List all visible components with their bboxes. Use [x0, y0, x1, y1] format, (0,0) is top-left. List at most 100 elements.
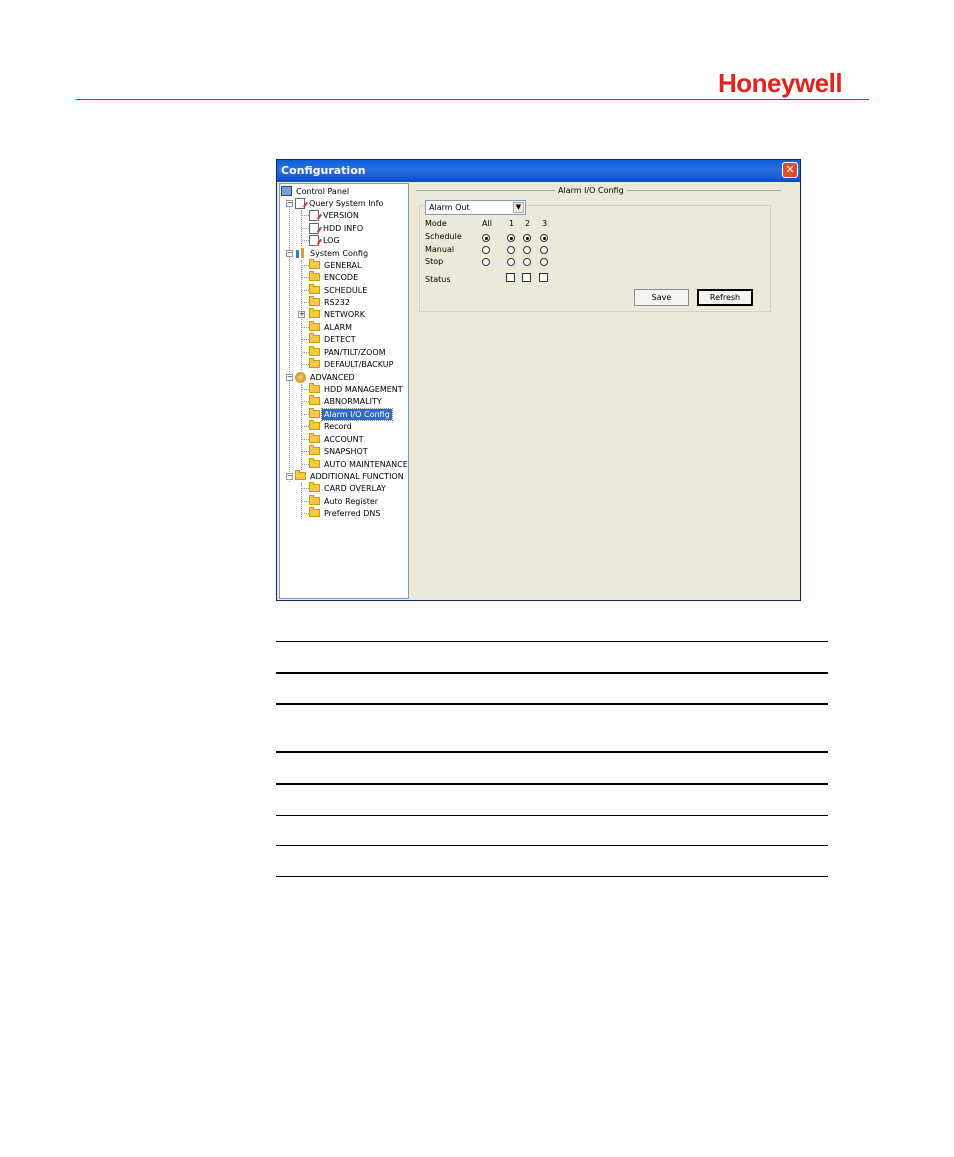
tree-item-auto-register[interactable]: Auto Register	[309, 495, 380, 507]
tree-item-hdd-info[interactable]: HDD INFO	[309, 222, 365, 234]
tree-item-control-panel[interactable]: Control Panel	[281, 185, 351, 197]
tree-item-pan-tilt-zoom[interactable]: PAN/TILT/ZOOM	[309, 346, 388, 358]
folder-icon	[309, 271, 320, 281]
tree-item-schedule[interactable]: SCHEDULE	[309, 284, 369, 296]
stop-ch1-radio[interactable]	[507, 258, 515, 266]
manual-ch1-radio[interactable]	[507, 246, 515, 254]
folder-icon	[309, 321, 320, 331]
schedule-ch2-radio[interactable]	[523, 234, 531, 242]
expand-icon[interactable]: +	[298, 311, 305, 318]
advanced-icon	[295, 371, 306, 383]
folder-icon	[309, 259, 320, 269]
tree-line	[302, 302, 309, 303]
folder-icon	[309, 284, 320, 294]
collapse-icon[interactable]: −	[286, 250, 293, 257]
panel-title: Alarm I/O Config	[555, 186, 627, 195]
tree-item-label: ALARM	[324, 322, 353, 332]
collapse-icon[interactable]: −	[286, 374, 293, 381]
config-tree[interactable]: Control Panel − Query System Info VERSIO…	[279, 183, 409, 599]
tree-item-snapshot[interactable]: SNAPSHOT	[309, 445, 370, 457]
tree-item-label: HDD MANAGEMENT	[324, 384, 403, 394]
manual-ch2-radio[interactable]	[523, 246, 531, 254]
tree-item-card-overlay[interactable]: CARD OVERLAY	[309, 482, 388, 494]
tree-line	[302, 240, 309, 241]
tree-line	[302, 426, 309, 427]
tree-item-label: ADVANCED	[310, 372, 355, 382]
tree-line	[302, 228, 309, 229]
folder-icon	[309, 308, 320, 318]
manual-all-radio[interactable]	[482, 246, 490, 254]
tree-item-label: GENERAL	[324, 260, 362, 270]
mode-label: Mode	[425, 219, 447, 228]
tree-item-label: ABNORMALITY	[324, 396, 382, 406]
info-doc-icon	[309, 209, 319, 221]
tree-item-query-system-info[interactable]: Query System Info	[295, 197, 385, 209]
refresh-button[interactable]: Refresh	[697, 289, 753, 306]
stop-ch3-radio[interactable]	[540, 258, 548, 266]
stop-ch2-radio[interactable]	[523, 258, 531, 266]
tree-item-alarm-io-config[interactable]: Alarm I/O Config	[309, 407, 393, 421]
tree-line	[302, 464, 309, 465]
tree-item-detect[interactable]: DETECT	[309, 333, 358, 345]
info-doc-icon	[295, 197, 305, 209]
manual-ch3-radio[interactable]	[540, 246, 548, 254]
folder-icon	[309, 358, 320, 368]
tree-item-label: HDD INFO	[323, 223, 364, 233]
tree-item-label: LOG	[323, 235, 340, 245]
tree-item-label: Control Panel	[296, 186, 350, 196]
status-ch1-checkbox[interactable]	[506, 273, 515, 282]
tree-item-label: PAN/TILT/ZOOM	[324, 347, 386, 357]
schedule-ch1-radio[interactable]	[507, 234, 515, 242]
tree-item-record[interactable]: Record	[309, 420, 354, 432]
manual-label: Manual	[425, 245, 455, 254]
tree-item-account[interactable]: ACCOUNT	[309, 433, 366, 445]
folder-icon	[309, 420, 320, 430]
status-label: Status	[425, 275, 451, 284]
alarm-type-value: Alarm Out	[429, 203, 470, 212]
title-bar[interactable]: Configuration ✕	[277, 160, 800, 182]
schedule-ch3-radio[interactable]	[540, 234, 548, 242]
collapse-icon[interactable]: −	[286, 200, 293, 207]
save-button[interactable]: Save	[634, 289, 689, 306]
honeywell-logo: Honeywell	[718, 68, 843, 98]
status-ch3-checkbox[interactable]	[539, 273, 548, 282]
tree-line	[302, 501, 309, 502]
tree-item-log[interactable]: LOG	[309, 234, 342, 246]
tree-item-preferred-dns[interactable]: Preferred DNS	[309, 507, 382, 519]
tree-item-version[interactable]: VERSION	[309, 209, 361, 221]
column-header-all: All	[482, 219, 492, 228]
collapse-icon[interactable]: −	[286, 473, 293, 480]
tree-item-advanced[interactable]: ADVANCED	[295, 371, 357, 383]
tree-item-general[interactable]: GENERAL	[309, 259, 363, 271]
system-config-icon	[295, 247, 306, 259]
column-header-3: 3	[542, 219, 548, 228]
tree-item-label: ADDITIONAL FUNCTION	[310, 471, 404, 481]
tree-item-system-config[interactable]: System Config	[295, 247, 370, 259]
folder-icon	[295, 470, 306, 480]
tree-item-network[interactable]: NETWORK	[309, 308, 367, 320]
tree-line	[302, 401, 309, 402]
tree-item-abnormality[interactable]: ABNORMALITY	[309, 395, 384, 407]
tree-line	[302, 215, 309, 216]
tree-item-label: DEFAULT/BACKUP	[324, 359, 394, 369]
stop-all-radio[interactable]	[482, 258, 490, 266]
tree-item-label: NETWORK	[324, 309, 365, 319]
tree-item-encode[interactable]: ENCODE	[309, 271, 360, 283]
info-doc-icon	[309, 234, 319, 246]
status-ch2-checkbox[interactable]	[522, 273, 531, 282]
close-button[interactable]: ✕	[782, 162, 798, 178]
table-rule	[276, 641, 828, 642]
tree-item-auto-maintenance[interactable]: AUTO MAINTENANCE	[309, 458, 408, 470]
tree-line	[302, 352, 309, 353]
tree-item-rs232[interactable]: RS232	[309, 296, 352, 308]
configuration-window: Configuration ✕ Control Panel − Query Sy…	[276, 159, 801, 601]
tree-item-hdd-management[interactable]: HDD MANAGEMENT	[309, 383, 405, 395]
tree-item-default-backup[interactable]: DEFAULT/BACKUP	[309, 358, 395, 370]
alarm-type-select[interactable]: Alarm Out ▼	[425, 200, 526, 215]
tree-item-alarm[interactable]: ALARM	[309, 321, 354, 333]
chevron-down-icon[interactable]: ▼	[513, 202, 524, 213]
schedule-all-radio[interactable]	[482, 234, 490, 242]
tree-line	[302, 290, 309, 291]
tree-item-label: RS232	[324, 297, 350, 307]
tree-item-additional-function[interactable]: ADDITIONAL FUNCTION	[295, 470, 406, 482]
